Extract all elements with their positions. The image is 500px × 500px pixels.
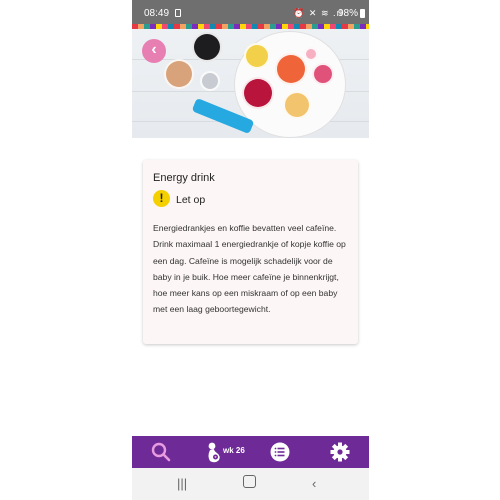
glass-red [242,77,274,109]
bottom-nav: wk 26 [132,436,369,468]
warning-label: Let op [176,194,206,206]
nav-settings[interactable] [329,436,353,468]
glass-orange [275,53,307,85]
sim-icon [175,9,181,17]
info-card: Energy drink ! Let op Energiedrankjes en… [143,160,358,344]
baby-bump-icon [208,442,220,463]
glass-coffee [164,59,194,89]
search-icon [151,442,171,462]
status-indicators: ⏰ ✕ ≋ .ıl [293,8,343,18]
nav-search[interactable] [150,436,174,468]
glass-small [304,47,318,61]
glass-amber [283,91,311,119]
battery-icon [360,9,365,18]
android-nav-bar: ||| ‹ [132,468,369,500]
glass-yellow [244,43,270,69]
glass-pink [312,63,334,85]
phone-screen: 08:49 ⏰ ✕ ≋ .ıl 98% ‹ Energy drink ! Let… [132,0,369,500]
card-body: Energiedrankjes en koffie bevatten veel … [153,223,346,315]
card-title: Energy drink [153,172,215,184]
nav-pregnancy-week[interactable]: wk 26 [204,436,254,468]
gear-icon [330,442,350,462]
battery-level: 98% [337,8,358,19]
chevron-left-icon: ‹ [151,41,157,58]
back-button[interactable]: ‹ [142,39,166,63]
can-top [200,71,220,91]
week-label: wk 26 [223,446,245,455]
nav-list[interactable] [268,436,292,468]
warning-icon: ! [153,190,170,207]
home-icon[interactable] [243,475,256,491]
glass-cola [192,32,222,62]
hero-image: ‹ [132,29,369,138]
list-icon [270,442,290,462]
recents-icon[interactable]: ||| [177,476,187,491]
back-icon[interactable]: ‹ [312,476,316,491]
status-time: 08:49 [144,8,170,19]
